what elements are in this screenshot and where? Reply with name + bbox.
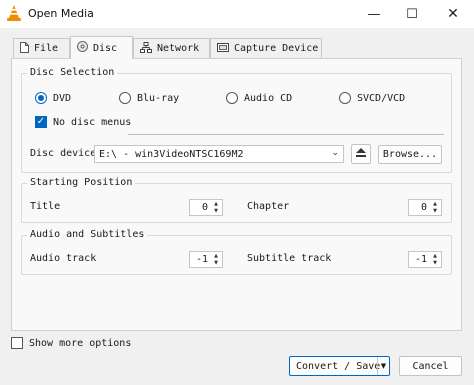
audio-track-spinbox[interactable]: -1 ▲ ▼ bbox=[189, 251, 223, 268]
show-more-options-checkbox[interactable]: Show more options bbox=[11, 337, 131, 349]
disc-icon bbox=[77, 41, 88, 55]
disc-selection-title: Disc Selection bbox=[27, 67, 118, 78]
starting-position-group bbox=[21, 183, 452, 223]
disc-device-value: E:\ - win3VideoNTSC169M2 bbox=[99, 148, 244, 160]
dvd-radio[interactable]: DVD bbox=[35, 92, 71, 104]
disc-device-combo[interactable]: E:\ - win3VideoNTSC169M2 ⌄ bbox=[94, 145, 344, 163]
convert-save-button[interactable]: Convert / Save bbox=[289, 356, 390, 376]
chapter-spinbox[interactable]: 0 ▲ ▼ bbox=[408, 199, 442, 216]
eject-icon bbox=[356, 148, 366, 160]
no-disc-menus-checkbox[interactable]: ✓ No disc menus bbox=[35, 116, 131, 128]
bluray-radio[interactable]: Blu-ray bbox=[119, 92, 179, 104]
chapter-label: Chapter bbox=[247, 201, 290, 212]
starting-position-title: Starting Position bbox=[27, 177, 136, 188]
spin-arrows-icon[interactable]: ▲ ▼ bbox=[430, 253, 440, 266]
tab-network-label: Network bbox=[157, 43, 200, 54]
minimize-button[interactable]: — bbox=[356, 0, 392, 28]
title-label: Title bbox=[30, 201, 61, 212]
tab-network[interactable]: Network bbox=[133, 38, 210, 58]
file-icon bbox=[20, 41, 29, 56]
disc-device-label: Disc device bbox=[30, 148, 97, 159]
eject-button[interactable] bbox=[351, 144, 371, 164]
title-spinbox[interactable]: 0 ▲ ▼ bbox=[189, 199, 223, 216]
spin-arrows-icon[interactable]: ▲ ▼ bbox=[211, 253, 221, 266]
tab-file[interactable]: File bbox=[13, 38, 70, 58]
audio-subtitles-title: Audio and Subtitles bbox=[27, 229, 148, 240]
audio-track-label: Audio track bbox=[30, 253, 97, 264]
network-icon bbox=[140, 41, 152, 56]
subtitle-track-label: Subtitle track bbox=[247, 253, 332, 264]
subtitle-track-spinbox[interactable]: -1 ▲ ▼ bbox=[408, 251, 442, 268]
browse-button[interactable]: Browse... bbox=[378, 145, 442, 164]
maximize-button[interactable]: ☐ bbox=[394, 0, 430, 28]
checkmark-icon: ✓ bbox=[35, 116, 47, 128]
close-button[interactable]: ✕ bbox=[432, 0, 474, 28]
spin-arrows-icon[interactable]: ▲ ▼ bbox=[211, 201, 221, 214]
separator-line bbox=[128, 134, 444, 135]
tab-disc-label: Disc bbox=[93, 42, 118, 54]
tab-capture-device[interactable]: Capture Device bbox=[210, 38, 322, 58]
tab-disc[interactable]: Disc bbox=[70, 36, 133, 59]
tab-file-label: File bbox=[34, 43, 59, 54]
chevron-down-icon: ⌄ bbox=[331, 148, 339, 158]
svcd-vcd-radio[interactable]: SVCD/VCD bbox=[339, 92, 405, 104]
audio-cd-radio[interactable]: Audio CD bbox=[226, 92, 292, 104]
tab-capture-device-label: Capture Device bbox=[234, 43, 319, 54]
capture-device-icon bbox=[217, 42, 229, 56]
spin-arrows-icon[interactable]: ▲ ▼ bbox=[430, 201, 440, 214]
split-divider bbox=[377, 357, 378, 375]
cancel-button[interactable]: Cancel bbox=[399, 356, 462, 376]
dropdown-arrow-icon[interactable]: ▼ bbox=[379, 359, 388, 373]
window-title: Open Media bbox=[28, 7, 94, 20]
vlc-cone-icon bbox=[7, 5, 21, 21]
